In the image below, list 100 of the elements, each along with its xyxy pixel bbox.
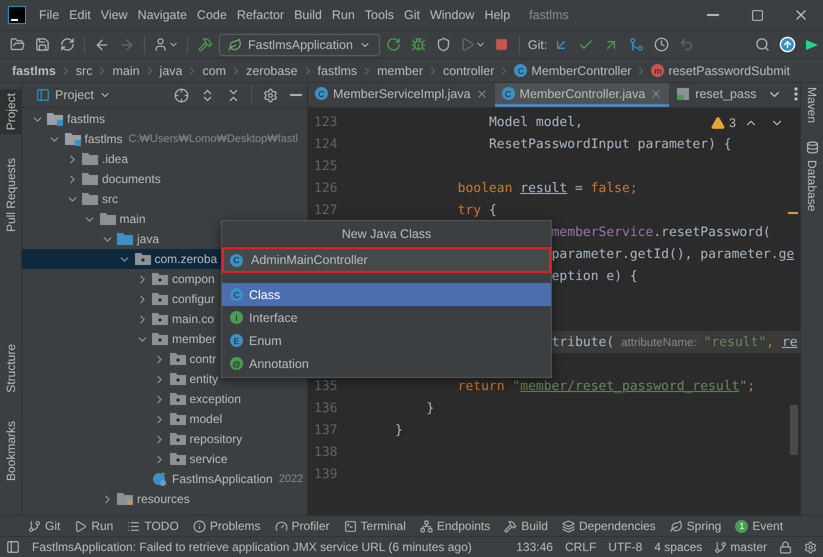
menu-item[interactable]: Git [398,8,425,22]
tool-window-button[interactable]: Terminal [344,519,406,533]
tree-item[interactable]: exception [22,389,307,409]
tool-window-button[interactable]: TODO [127,519,179,533]
tool-window-tab[interactable]: Maven [805,87,819,124]
breadcrumb-item[interactable]: fastlms [318,64,358,78]
tool-window-button[interactable]: Endpoints [420,519,490,533]
breadcrumb-item[interactable]: java [160,64,182,78]
tool-window-button[interactable]: 1 Event [735,519,784,533]
menu-item[interactable]: Build [289,8,327,22]
breadcrumb-item[interactable]: com [202,64,226,78]
terminal-icon [344,520,357,532]
tree-item[interactable]: documents [22,169,307,189]
menu-item[interactable]: Tools [360,8,399,22]
indent-setting[interactable]: 4 spaces [654,540,702,554]
menu-item[interactable]: Window [424,8,480,22]
merge-icon [628,37,644,52]
package-icon [134,252,150,266]
caret-position[interactable]: 133:46 [516,540,553,554]
folder-icon [82,172,98,186]
code-line: Model model, [488,114,583,130]
breadcrumb-item[interactable]: controller [442,64,494,78]
folder-icon [82,192,98,206]
tool-window-tab[interactable]: Project [0,89,22,134]
list-icon [127,520,140,532]
tool-window-button[interactable]: Problems [192,519,260,533]
git-label: Git: [528,38,548,52]
tree-item-note: C:₩Users₩Lomo₩Desktop₩fastl [128,133,298,145]
class-kind-option[interactable]: C Class [222,283,551,306]
package-icon [170,412,186,426]
tool-window-button[interactable]: Dependencies [562,519,656,533]
tool-window-button[interactable]: Run [74,519,114,533]
editor-tab[interactable]: C MemberController.java [494,83,670,107]
tree-item[interactable]: FastlmsApplication 2022 [22,469,307,489]
tree-item[interactable]: repository [22,429,307,449]
breadcrumb-item[interactable]: m resetPasswordSubmit [651,64,790,78]
menu-item[interactable]: View [96,8,133,22]
warning-icon [711,116,726,130]
folder-icon [117,232,133,246]
tool-window-tab[interactable]: Bookmarks [0,416,22,485]
breadcrumb-item[interactable]: zerobase [246,64,298,78]
window-title: fastlms [529,8,570,22]
maximize-icon [750,8,764,22]
tree-item[interactable]: fastlms [22,109,307,129]
scrollbar-thumb[interactable] [790,405,798,455]
gauge-icon [274,520,288,532]
line-number: 124 [314,136,338,152]
tree-item[interactable]: src [22,189,307,209]
menu-item[interactable]: File [34,8,64,22]
menu-item[interactable]: Code [192,8,232,22]
class-kind-option[interactable]: E Enum [222,329,551,352]
tool-window-tab[interactable]: Structure [0,340,22,397]
settings-icon [262,88,278,102]
package-icon [170,432,186,446]
menu-item[interactable]: Help [479,8,516,22]
class-kind-option[interactable]: I Interface [222,306,551,329]
tool-window-tab[interactable]: Pull Requests [0,154,22,236]
html-file-icon [676,86,690,100]
file-encoding[interactable]: UTF-8 [608,540,642,554]
menu-item[interactable]: Navigate [132,8,192,22]
code-line: parameter.getId(), parameter.ge [552,246,794,262]
shield-icon [436,37,452,52]
tree-item[interactable]: .idea [22,149,307,169]
code-line: boolean result = false; [458,180,638,196]
network-icon [420,520,433,532]
breadcrumb-item[interactable]: C MemberController [514,64,632,78]
tree-item[interactable]: service [22,449,307,469]
menu-item[interactable]: Run [326,8,360,22]
package-icon [170,352,186,366]
class-name-field[interactable]: C AdminMainController [222,247,551,273]
git-branch[interactable]: master [714,540,767,554]
menu-item[interactable]: Refactor [232,8,290,22]
line-number: 126 [314,180,338,196]
code-line: } [395,422,403,438]
code-line: ResetPasswordInput parameter) { [488,136,732,152]
tool-window-tab[interactable]: Database [805,141,819,212]
breadcrumb-item[interactable]: src [76,64,92,78]
line-number: 139 [314,466,338,482]
tool-window-button[interactable]: Git [28,519,60,533]
tool-window-button[interactable]: Profiler [274,519,330,533]
menu-item[interactable]: Edit [64,8,96,22]
user-icon [153,37,168,52]
project-view-dropdown[interactable]: Project [30,87,117,103]
tool-window-button[interactable]: Spring [670,519,722,533]
tree-item[interactable]: model [22,409,307,429]
tool-window-button[interactable]: Build [504,519,548,533]
tree-item[interactable]: fastlms C:₩Users₩Lomo₩Desktop₩fastl [22,129,307,149]
line-number: 127 [314,202,338,218]
breadcrumb-item[interactable]: fastlms [12,64,56,78]
breadcrumb-item[interactable]: member [377,64,423,78]
line-separator[interactable]: CRLF [564,540,596,554]
database-icon [806,141,818,154]
panel-toggle-icon [6,540,20,554]
tree-item[interactable]: resources [22,489,307,509]
run-configuration-dropdown[interactable]: FastlmsApplication [219,34,380,56]
breadcrumb-item[interactable]: main [112,64,140,78]
package-icon [170,372,186,386]
app-logo-icon [8,6,26,24]
lock-icon [779,540,792,554]
code-line: memberService.resetPassword( [552,224,771,240]
